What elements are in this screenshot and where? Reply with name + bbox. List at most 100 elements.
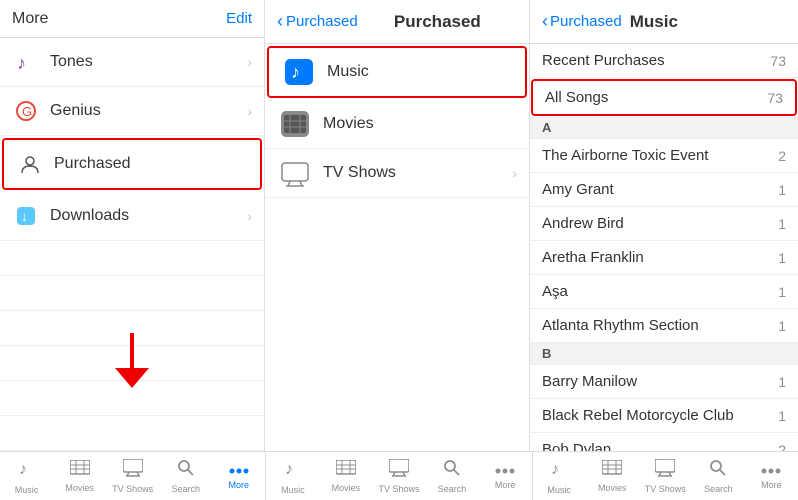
- tab-label-tvshows: TV Shows: [112, 484, 153, 494]
- list-item-amygrant[interactable]: Amy Grant1: [530, 173, 798, 207]
- right-panel-title: Music: [630, 12, 678, 32]
- nav-item-downloads[interactable]: ↓ Downloads: [0, 192, 264, 241]
- tab-icon-search: [177, 459, 195, 482]
- tab-movies[interactable]: Movies: [319, 452, 372, 500]
- music-label: Music: [327, 63, 513, 81]
- left-panel-title: More: [12, 10, 48, 28]
- section-header-secB: B: [530, 343, 798, 365]
- right-tab-section: ♪Music Movies TV Shows Search More: [533, 452, 798, 500]
- list-count-andrewbird: 1: [778, 216, 786, 232]
- tab-icon-music: ♪: [283, 458, 303, 483]
- list-count-asa: 1: [778, 284, 786, 300]
- list-label-allsongs: All Songs: [545, 89, 767, 106]
- tab-music[interactable]: ♪ Music: [266, 452, 319, 500]
- list-label-atlanta: Atlanta Rhythm Section: [542, 317, 778, 334]
- tab-search[interactable]: Search: [692, 452, 745, 500]
- list-item-asa[interactable]: Aşa1: [530, 275, 798, 309]
- tab-label-more: More: [229, 480, 250, 490]
- list-count-allsongs: 73: [767, 90, 783, 106]
- movies-label: Movies: [323, 115, 517, 133]
- list-count-bobdylan: 2: [778, 442, 786, 452]
- tones-icon: ♪: [12, 48, 40, 76]
- middle-panel: ‹ Purchased Purchased ♪ Music Movies TV …: [265, 0, 530, 451]
- tab-label-search: Search: [704, 484, 733, 494]
- list-count-airborne: 2: [778, 148, 786, 164]
- left-edit-button[interactable]: Edit: [226, 10, 252, 27]
- tab-label-music: Music: [547, 485, 571, 495]
- tab-more[interactable]: More: [212, 452, 265, 500]
- middle-header: ‹ Purchased Purchased: [265, 0, 529, 44]
- middle-back-button[interactable]: ‹ Purchased: [277, 11, 358, 32]
- tones-label: Tones: [50, 53, 247, 71]
- downloads-chevron: [247, 208, 252, 224]
- list-label-recent: Recent Purchases: [542, 52, 770, 69]
- empty-row-1: [0, 241, 264, 276]
- purchased-icon: [16, 150, 44, 178]
- tab-label-music: Music: [15, 485, 39, 495]
- svg-text:G: G: [22, 104, 32, 119]
- list-label-bobdylan: Bob Dylan: [542, 441, 778, 451]
- nav-item-purchased[interactable]: Purchased: [2, 138, 262, 190]
- right-header: ‹ Purchased Music: [530, 0, 798, 44]
- list-label-amygrant: Amy Grant: [542, 181, 778, 198]
- list-item-blackrebel[interactable]: Black Rebel Motorcycle Club1: [530, 399, 798, 433]
- tab-movies[interactable]: Movies: [53, 452, 106, 500]
- list-count-atlanta: 1: [778, 318, 786, 334]
- nav-item-movies[interactable]: Movies: [265, 100, 529, 149]
- tab-music[interactable]: ♪Music: [533, 452, 586, 500]
- left-header: More Edit: [0, 0, 264, 38]
- nav-item-genius[interactable]: G Genius: [0, 87, 264, 136]
- tvshows-label: TV Shows: [323, 164, 512, 182]
- tab-more[interactable]: More: [745, 452, 798, 500]
- tab-icon-search: [709, 459, 727, 482]
- tab-icon-tvshows: [123, 459, 143, 482]
- tab-tvshows[interactable]: TV Shows: [639, 452, 692, 500]
- list-item-airborne[interactable]: The Airborne Toxic Event2: [530, 139, 798, 173]
- tab-tvshows[interactable]: TV Shows: [372, 452, 425, 500]
- middle-tab-section: ♪ Music MoviesTV ShowsSearchMore: [266, 452, 532, 500]
- tab-music[interactable]: ♪ Music: [0, 452, 53, 500]
- right-back-label: Purchased: [550, 13, 622, 30]
- tab-icon-movies: [70, 460, 90, 481]
- nav-item-music[interactable]: ♪ Music: [267, 46, 527, 98]
- right-list: Recent Purchases73All Songs73AThe Airbor…: [530, 44, 798, 451]
- tab-search[interactable]: Search: [426, 452, 479, 500]
- right-panel: ‹ Purchased Music Recent Purchases73All …: [530, 0, 798, 451]
- purchased-label: Purchased: [54, 155, 248, 173]
- tvshows-icon: [277, 159, 313, 187]
- list-item-atlanta[interactable]: Atlanta Rhythm Section1: [530, 309, 798, 343]
- svg-text:♪: ♪: [285, 461, 293, 478]
- downloads-icon: ↓: [12, 202, 40, 230]
- right-back-button[interactable]: ‹ Purchased: [542, 11, 622, 32]
- right-back-chevron: ‹: [542, 11, 548, 32]
- list-label-aretha: Aretha Franklin: [542, 249, 778, 266]
- tab-icon-more: [761, 463, 781, 478]
- tab-icon-search: [443, 459, 461, 482]
- list-item-recent[interactable]: Recent Purchases73: [530, 44, 798, 78]
- tab-icon-tvshows: [389, 459, 409, 482]
- genius-chevron: [247, 103, 252, 119]
- tab-label-movies: Movies: [598, 483, 627, 493]
- list-item-andrewbird[interactable]: Andrew Bird1: [530, 207, 798, 241]
- tab-bar: ♪MusicMoviesTV ShowsSearchMore ♪MusicMov…: [0, 451, 798, 500]
- tab-icon-music: ♪: [17, 458, 37, 483]
- main-content: More Edit ♪ Tones G Genius Purchased: [0, 0, 798, 451]
- nav-item-tvshows[interactable]: TV Shows: [265, 149, 529, 198]
- section-header-secA: A: [530, 117, 798, 139]
- tab-movies[interactable]: Movies: [586, 452, 639, 500]
- middle-title: Purchased: [358, 12, 517, 32]
- tab-search[interactable]: Search: [159, 452, 212, 500]
- tvshows-chevron: [512, 165, 517, 181]
- list-item-barry[interactable]: Barry Manilow1: [530, 365, 798, 399]
- list-count-recent: 73: [770, 53, 786, 69]
- nav-item-tones[interactable]: ♪ Tones: [0, 38, 264, 87]
- tab-label-tvshows: TV Shows: [645, 484, 686, 494]
- tab-tvshows[interactable]: TV Shows: [106, 452, 159, 500]
- music-icon: ♪: [281, 58, 317, 86]
- list-item-aretha[interactable]: Aretha Franklin1: [530, 241, 798, 275]
- tab-more[interactable]: More: [479, 452, 532, 500]
- tab-icon-movies: [602, 460, 622, 481]
- list-item-allsongs[interactable]: All Songs73: [531, 79, 797, 116]
- list-item-bobdylan[interactable]: Bob Dylan2: [530, 433, 798, 451]
- tab-label-music: Music: [281, 485, 305, 495]
